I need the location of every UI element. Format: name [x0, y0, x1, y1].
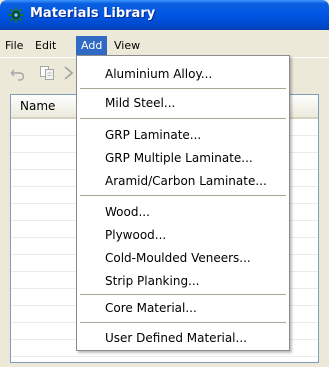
menu-bar: File Edit Add View	[0, 36, 329, 56]
menu-item-aramid-carbon-laminate[interactable]: Aramid/Carbon Laminate...	[105, 172, 267, 190]
title-bar[interactable]: Materials Library	[0, 0, 329, 30]
column-header-name[interactable]: Name	[20, 99, 55, 113]
menu-item-aluminium-alloy[interactable]: Aluminium Alloy...	[105, 65, 212, 83]
menu-item-grp-multiple-laminate[interactable]: GRP Multiple Laminate...	[105, 149, 253, 167]
window-title: Materials Library	[30, 6, 156, 21]
menu-item-mild-steel[interactable]: Mild Steel...	[105, 94, 175, 112]
menu-item-user-defined-material[interactable]: User Defined Material...	[105, 329, 247, 347]
menu-item-strip-planking[interactable]: Strip Planking...	[105, 272, 200, 290]
add-menu-dropdown: Aluminium Alloy... Mild Steel... GRP Lam…	[76, 55, 290, 351]
menu-item-core-material[interactable]: Core Material...	[105, 299, 197, 317]
menu-separator	[80, 195, 286, 196]
menu-separator	[80, 118, 286, 119]
row-divider	[11, 356, 318, 357]
menu-edit[interactable]: Edit	[30, 36, 61, 55]
materials-library-window: Materials Library File Edit Add View Nam…	[0, 0, 329, 367]
menu-separator	[80, 294, 286, 295]
menu-file[interactable]: File	[0, 36, 28, 55]
menu-item-wood[interactable]: Wood...	[105, 203, 150, 221]
copy-icon[interactable]	[39, 65, 55, 81]
menu-item-plywood[interactable]: Plywood...	[105, 226, 166, 244]
undo-icon[interactable]	[10, 65, 26, 81]
menu-item-cold-moulded-veneers[interactable]: Cold-Moulded Veneers...	[105, 249, 251, 267]
menu-item-grp-laminate[interactable]: GRP Laminate...	[105, 126, 201, 144]
menu-separator	[80, 88, 286, 89]
menu-view[interactable]: View	[109, 36, 145, 55]
menu-add[interactable]: Add	[76, 36, 108, 55]
menu-separator	[80, 322, 286, 323]
materials-app-icon	[8, 7, 24, 23]
